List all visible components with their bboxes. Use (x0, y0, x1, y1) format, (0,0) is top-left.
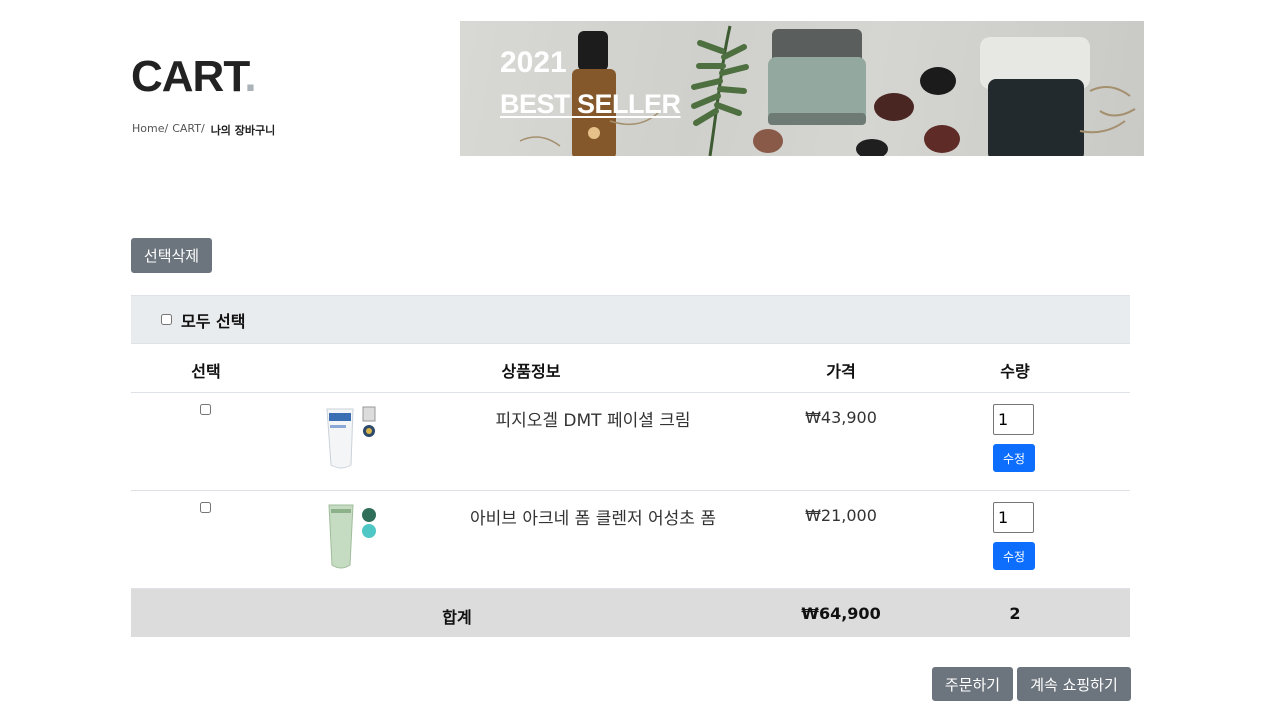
page-title-text: CART (131, 52, 245, 101)
edit-quantity-button[interactable]: 수정 (993, 444, 1035, 472)
row-select-checkbox[interactable] (200, 502, 211, 513)
order-button[interactable]: 주문하기 (932, 667, 1013, 701)
total-row: 합계 ₩64,900 2 (131, 589, 1130, 637)
continue-shopping-button[interactable]: 계속 쇼핑하기 (1017, 667, 1131, 701)
select-all-bar: 모두 선택 (131, 295, 1130, 344)
cart-table-header: 선택 상품정보 가격 수량 (131, 344, 1130, 393)
row-select-checkbox[interactable] (200, 404, 211, 415)
banner-year: 2021 (500, 46, 567, 79)
page-title-dot: . (244, 52, 256, 101)
quantity-input[interactable] (993, 502, 1034, 533)
quantity-input[interactable] (993, 404, 1034, 435)
column-header-product: 상품정보 (501, 362, 561, 381)
column-header-price: 가격 (826, 362, 856, 381)
total-count: 2 (1009, 604, 1021, 623)
breadcrumb: Home/ CART/ 나의 장바구니 (132, 122, 275, 138)
tube-cleanser-icon (328, 504, 376, 569)
edit-quantity-button[interactable]: 수정 (993, 542, 1035, 570)
delete-selected-button[interactable]: 선택삭제 (131, 238, 212, 273)
select-all-label: 모두 선택 (181, 311, 246, 331)
select-all-checkbox[interactable] (161, 314, 172, 325)
breadcrumb-cart[interactable]: CART/ (172, 122, 204, 138)
breadcrumb-home[interactable]: Home/ (132, 122, 168, 138)
banner-best-seller-link[interactable]: BEST SELLER (500, 89, 681, 119)
total-label: 합계 (442, 608, 472, 627)
product-name[interactable]: 피지오겔 DMT 페이셜 크림 (495, 406, 690, 431)
table-row: 피지오겔 DMT 페이셜 크림 ₩43,900 수정 (131, 393, 1130, 491)
column-header-quantity: 수량 (1000, 362, 1030, 381)
product-price: ₩43,900 (805, 408, 877, 427)
cart-page: CART. Home/ CART/ 나의 장바구니 2021 BEST SELL… (0, 0, 1280, 720)
column-header-select: 선택 (191, 362, 221, 381)
total-price: ₩64,900 (801, 604, 881, 623)
product-price: ₩21,000 (805, 506, 877, 525)
best-seller-banner[interactable]: 2021 BEST SELLER (460, 21, 1144, 156)
product-name[interactable]: 아비브 아크네 폼 클렌저 어성초 폼 (470, 504, 716, 529)
page-title: CART. (131, 52, 257, 102)
table-row: 아비브 아크네 폼 클렌저 어성초 폼 ₩21,000 수정 (131, 491, 1130, 589)
breadcrumb-current: 나의 장바구니 (210, 124, 276, 137)
tube-cream-icon (326, 406, 376, 469)
